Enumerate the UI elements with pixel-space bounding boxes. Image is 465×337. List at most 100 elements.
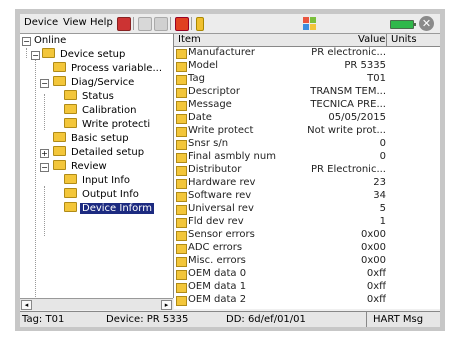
variable-icon (176, 218, 187, 228)
collapse-toggle[interactable]: − (40, 163, 49, 172)
collapse-toggle[interactable]: − (31, 51, 40, 60)
column-header-units[interactable]: Units (391, 34, 417, 46)
table-row[interactable]: Tag T01 (174, 73, 440, 85)
status-bar: Tag: T01 Device: PR 5335 DD: 6d/ef/01/01… (20, 311, 440, 327)
tree-item-label: Write protecti (82, 119, 151, 130)
tree-item-device-setup[interactable]: Device setup (42, 48, 127, 61)
row-item-name: Manufacturer (188, 47, 255, 58)
tree-item-diag-service[interactable]: Diag/Service (53, 76, 136, 89)
table-row[interactable]: OEM data 2 0xff (174, 294, 440, 306)
folder-icon (53, 76, 66, 86)
table-row[interactable]: Fld dev rev 1 (174, 216, 440, 228)
variable-icon (176, 179, 187, 189)
marker-toolbar-icon[interactable] (196, 17, 204, 31)
column-header-item[interactable]: Item (178, 34, 201, 46)
battery-icon (390, 20, 416, 29)
table-row[interactable]: Hardware rev 23 (174, 177, 440, 189)
parameter-grid: Item Value Units Manufacturer PR electron… (174, 34, 440, 309)
table-row[interactable]: Manufacturer PR electronic... (174, 47, 440, 59)
row-item-name: Software rev (188, 190, 252, 201)
tree-item-label: Review (71, 161, 107, 172)
document-icon (176, 62, 187, 72)
folder-icon (53, 62, 66, 72)
tree-item-input-info[interactable]: Input Info (64, 174, 132, 187)
table-row[interactable]: Message TECNICA PRE... (174, 99, 440, 111)
scroll-left-button[interactable]: ◂ (21, 300, 32, 310)
row-item-name: Snsr s/n (188, 138, 229, 149)
table-row[interactable]: OEM data 0 0xff (174, 268, 440, 280)
menu-view[interactable]: View (63, 17, 87, 28)
row-item-value: 34 (373, 190, 386, 201)
tree-item-write-protection[interactable]: Write protecti (64, 118, 152, 131)
table-row[interactable]: Universal rev 5 (174, 203, 440, 215)
row-item-name: Misc. errors (188, 255, 246, 266)
disabled-toolbar-icon[interactable] (138, 17, 152, 31)
variable-icon (176, 205, 187, 215)
table-row[interactable]: Write protect Not write prot... (174, 125, 440, 137)
tree-horizontal-scrollbar[interactable]: ◂ ▸ (20, 298, 173, 310)
table-row[interactable]: Misc. errors 0x00 (174, 255, 440, 267)
row-item-value: T01 (367, 73, 386, 84)
status-tag: Tag: T01 (22, 314, 65, 325)
table-row[interactable]: OEM data 1 0xff (174, 281, 440, 293)
row-item-value: 5 (379, 203, 386, 214)
tree-item-status[interactable]: Status (64, 90, 116, 103)
tree-item-output-info[interactable]: Output Info (64, 188, 141, 201)
menu-help[interactable]: Help (90, 17, 113, 28)
table-row[interactable]: Date 05/05/2015 (174, 112, 440, 124)
tree-item-label: Device Inform (80, 203, 154, 214)
row-item-value: 0 (379, 151, 386, 162)
tree-item-process-variables[interactable]: Process variable... (53, 62, 164, 75)
row-item-name: Hardware rev (188, 177, 256, 188)
tree-item-detailed-setup[interactable]: Detailed setup (53, 146, 146, 159)
help-toolbar-icon[interactable] (117, 17, 131, 31)
tree-item-online[interactable]: Online (32, 34, 68, 47)
column-divider[interactable] (386, 34, 387, 46)
status-device: Device: PR 5335 (106, 314, 189, 325)
table-row[interactable]: Descriptor TRANSM TEM... (174, 86, 440, 98)
row-item-name: Tag (188, 73, 205, 84)
toolbar-separator (133, 17, 134, 30)
windows-logo-icon (303, 17, 316, 30)
table-row[interactable]: Software rev 34 (174, 190, 440, 202)
tree-item-review[interactable]: Review (53, 160, 109, 173)
tree-item-basic-setup[interactable]: Basic setup (53, 132, 131, 145)
variable-icon (176, 244, 187, 254)
grid-header: Item Value Units (174, 34, 440, 47)
tree-item-calibration[interactable]: Calibration (64, 104, 138, 117)
disabled-toolbar-icon[interactable] (154, 17, 168, 31)
tree-item-label: Detailed setup (71, 147, 145, 158)
menu-device[interactable]: Device (24, 17, 58, 28)
tree-item-device-information[interactable]: Device Inform (64, 202, 154, 215)
table-row[interactable]: Snsr s/n 0 (174, 138, 440, 150)
row-item-value: PR 5335 (344, 60, 386, 71)
collapse-toggle[interactable]: − (40, 79, 49, 88)
folder-icon (64, 90, 77, 100)
table-row[interactable]: Model PR 5335 (174, 60, 440, 72)
folder-icon (64, 174, 77, 184)
table-row[interactable]: Sensor errors 0x00 (174, 229, 440, 241)
folder-icon (53, 132, 66, 142)
close-button[interactable]: ✕ (419, 16, 434, 31)
status-hart-msg: HART Msg (366, 312, 440, 327)
table-row[interactable]: ADC errors 0x00 (174, 242, 440, 254)
row-item-name: Fld dev rev (188, 216, 244, 227)
collapse-toggle[interactable]: − (22, 37, 31, 46)
document-icon (176, 153, 187, 163)
table-row[interactable]: Final asmbly num 0 (174, 151, 440, 163)
column-header-value[interactable]: Value (358, 34, 385, 46)
row-item-name: OEM data 2 (188, 294, 247, 305)
device-toolbar-icon[interactable] (175, 17, 189, 31)
row-item-name: Distributor (188, 164, 242, 175)
document-icon (176, 75, 187, 85)
row-item-name: Write protect (188, 125, 254, 136)
row-item-name: OEM data 1 (188, 281, 247, 292)
row-item-name: Date (188, 112, 212, 123)
table-row[interactable]: Distributor PR Electronic... (174, 164, 440, 176)
screen: Device View Help ✕ − Online − Device set (20, 14, 440, 327)
row-item-value: 0xff (366, 281, 386, 292)
row-item-value: 1 (379, 216, 386, 227)
tree-item-label: Device setup (60, 49, 126, 60)
scroll-right-button[interactable]: ▸ (161, 300, 172, 310)
expand-toggle[interactable]: + (40, 149, 49, 158)
